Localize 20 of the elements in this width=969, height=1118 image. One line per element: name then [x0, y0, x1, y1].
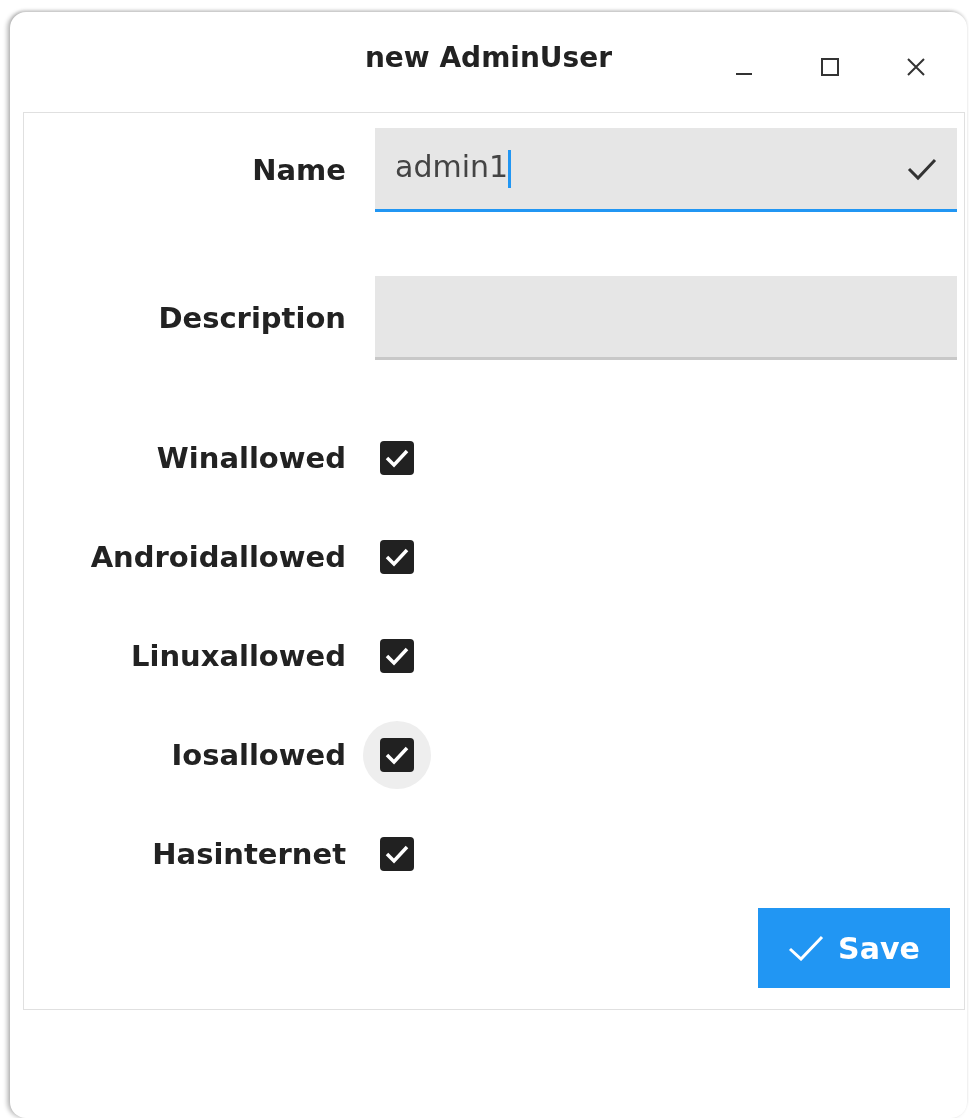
checkbox-label: Winallowed — [156, 441, 346, 475]
maximize-icon — [820, 57, 840, 77]
checkbox-label: Androidallowed — [90, 540, 346, 574]
checkbox-label: Hasinternet — [152, 837, 346, 871]
input-field[interactable] — [375, 276, 957, 360]
checkbox[interactable] — [380, 639, 414, 673]
check-icon — [907, 156, 937, 181]
checkbox[interactable] — [380, 441, 414, 475]
checkbox[interactable] — [380, 837, 414, 871]
close-icon — [906, 57, 926, 77]
checkbox[interactable] — [380, 738, 414, 772]
checkbox-label: Linuxallowed — [131, 639, 346, 673]
minimize-icon — [736, 73, 752, 75]
checkbox-label: Iosallowed — [171, 738, 346, 772]
input-field[interactable]: admin1 — [375, 128, 957, 212]
checkbox[interactable] — [380, 540, 414, 574]
check-icon — [788, 935, 825, 961]
field-label: Name — [252, 153, 346, 187]
field-label: Description — [158, 301, 346, 335]
window-title: new AdminUser — [364, 40, 613, 74]
